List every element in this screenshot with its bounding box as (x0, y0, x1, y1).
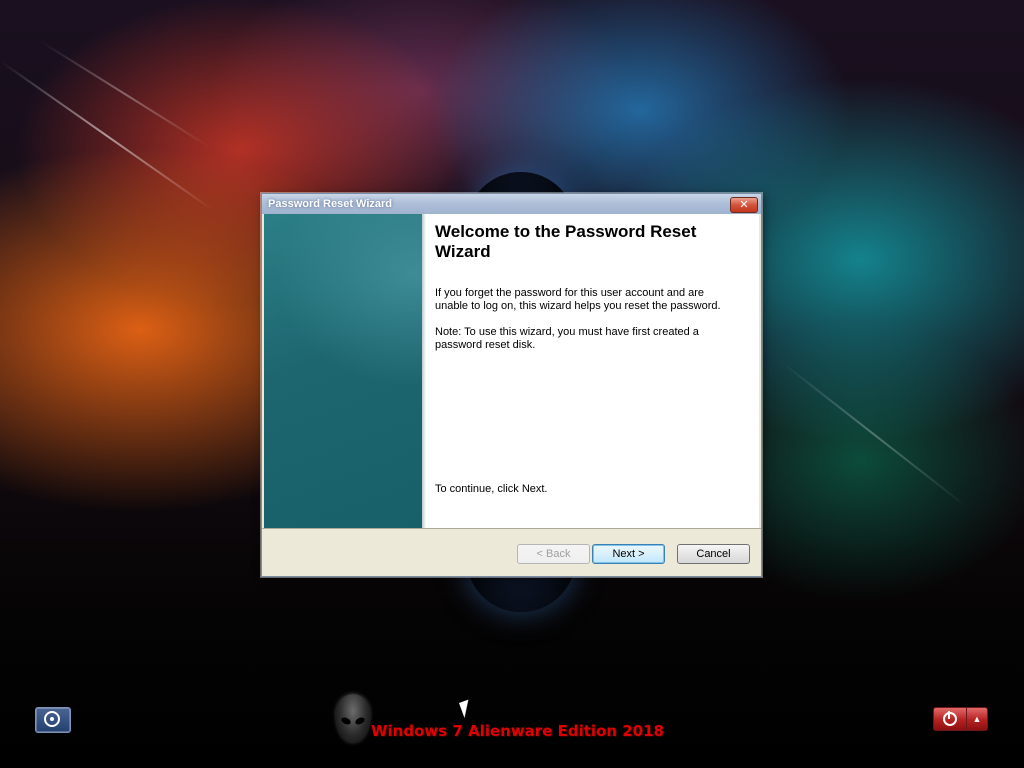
edition-branding: Windows 7 Alienware Edition 2018 (371, 722, 664, 740)
continue-instruction: To continue, click Next. (435, 483, 548, 495)
password-reset-wizard-dialog: Password Reset Wizard ✕ Welcome to the P… (261, 193, 762, 577)
next-button[interactable]: Next > (592, 544, 665, 564)
light-streak (39, 40, 211, 148)
shut-down-button[interactable] (933, 707, 967, 731)
alienware-logo (336, 694, 370, 742)
side-panel-edge (422, 214, 426, 528)
shut-down-options-button[interactable]: ▲ (967, 707, 988, 731)
ease-of-access-button[interactable] (35, 707, 71, 733)
close-icon: ✕ (739, 199, 749, 211)
mouse-pointer-icon (459, 699, 474, 719)
alien-eye-left (340, 716, 352, 726)
wizard-side-panel (264, 214, 422, 528)
cancel-button[interactable]: Cancel (677, 544, 750, 564)
chevron-up-icon: ▲ (972, 714, 982, 724)
wizard-description: If you forget the password for this user… (435, 287, 721, 312)
power-controls: ▲ (933, 707, 988, 731)
footer-divider (262, 528, 761, 529)
power-icon (943, 711, 957, 726)
wizard-note: Note: To use this wizard, you must have … (435, 326, 699, 351)
ease-of-access-icon (44, 711, 60, 727)
dialog-titlebar[interactable]: Password Reset Wizard ✕ (262, 194, 761, 214)
wizard-heading: Welcome to the Password Reset Wizard (435, 222, 697, 261)
light-streak (779, 360, 970, 510)
alien-eye-right (354, 716, 366, 726)
back-button[interactable]: < Back (517, 544, 590, 564)
dialog-title: Password Reset Wizard (268, 198, 392, 210)
logon-screen: Password Reset Wizard ✕ Welcome to the P… (0, 0, 1024, 768)
wizard-content: Welcome to the Password Reset Wizard If … (264, 214, 759, 528)
close-button[interactable]: ✕ (730, 197, 758, 213)
